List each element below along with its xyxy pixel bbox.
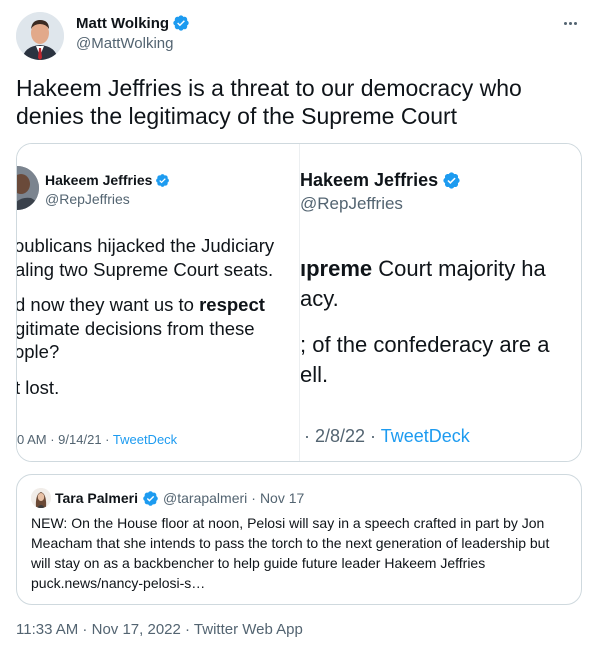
embedded-text-line: t lost.	[17, 376, 60, 398]
tweet-media[interactable]: Hakeem Jeffries @RepJeffries ɔublicans h…	[16, 143, 582, 462]
quoted-author-name[interactable]: Tara Palmeri	[55, 490, 138, 506]
tweet-text-line-2: denies the legitimacy of the Supreme Cou…	[16, 103, 458, 129]
verified-badge-icon	[143, 490, 158, 506]
embedded-text-line: acy.	[300, 286, 339, 311]
media-image-left[interactable]: Hakeem Jeffries @RepJeffries ɔublicans h…	[17, 144, 300, 461]
quoted-tweet-date[interactable]: Nov 17	[260, 490, 304, 506]
more-options-icon[interactable]	[559, 14, 581, 32]
embedded-text-line: d now they want us to respect	[17, 294, 265, 315]
embedded-text-line: gitimate decisions from these	[17, 317, 255, 339]
verified-badge-icon	[156, 173, 170, 187]
embedded-text-line: ; of the confederacy are a	[300, 332, 550, 357]
embedded-source-link: TweetDeck	[112, 432, 178, 447]
embedded-text-line: ell.	[300, 362, 329, 387]
embedded-author-handle: @RepJeffries	[300, 194, 403, 213]
embedded-text-line: aling two Supreme Court seats.	[17, 258, 274, 280]
verified-badge-icon	[443, 172, 460, 189]
embedded-source-link: TweetDeck	[380, 426, 470, 446]
embedded-name-row: Hakeem Jeffries	[300, 170, 461, 191]
embedded-author-handle: @RepJeffries	[45, 191, 130, 207]
author-name[interactable]: Matt Wolking	[76, 15, 169, 32]
tweet-time[interactable]: 11:33 AM	[16, 621, 78, 638]
tweet-date[interactable]: Nov 17, 2022	[92, 621, 181, 638]
tweet-text-line-1: Hakeem Jeffries is a threat to our democ…	[16, 75, 522, 101]
embedded-author-name: Hakeem Jeffries	[45, 172, 153, 188]
embedded-author-name: Hakeem Jeffries	[300, 170, 439, 190]
embedded-tweet-meta: 0 AM · 9/14/21 · TweetDeck	[17, 432, 178, 447]
media-image-right[interactable]: Hakeem Jeffries @RepJeffries ıpreme Cour…	[300, 144, 581, 461]
author-name-row[interactable]: Matt Wolking	[76, 14, 190, 32]
verified-badge-icon	[173, 15, 189, 31]
embedded-tweet-text: ıpreme Court majority ha acy. ; of the c…	[300, 254, 550, 390]
embedded-text-line: ıpreme Court majority ha	[300, 256, 546, 281]
quoted-author-handle[interactable]: @tarapalmeri	[163, 490, 247, 506]
tweet-text: Hakeem Jeffries is a threat to our democ…	[16, 74, 576, 130]
embedded-text-line: ɔple?	[17, 341, 60, 362]
embedded-tweet-meta: · 2/8/22 · TweetDeck	[304, 426, 470, 446]
tweet-timestamp: 11:33 AM · Nov 17, 2022 · Twitter Web Ap…	[16, 621, 303, 638]
embedded-avatar-image	[17, 166, 39, 210]
separator-dot: ·	[251, 490, 256, 506]
quoted-tweet-text: NEW: On the House floor at noon, Pelosi …	[31, 515, 550, 591]
author-handle[interactable]: @MattWolking	[76, 35, 173, 52]
quoted-tweet-header: Tara Palmeri @tarapalmeri · Nov 17	[31, 488, 304, 508]
embedded-tweet-text: ɔublicans hijacked the Judiciary aling t…	[17, 234, 274, 399]
avatar-image	[31, 488, 51, 508]
embedded-text-line: ɔublicans hijacked the Judiciary	[17, 235, 275, 256]
tweet-source[interactable]: Twitter Web App	[194, 621, 303, 638]
quoted-tweet[interactable]: Tara Palmeri @tarapalmeri · Nov 17 NEW: …	[16, 474, 582, 605]
tweet-avatar[interactable]	[16, 12, 64, 60]
quoted-avatar[interactable]	[31, 488, 51, 508]
embedded-name-row: Hakeem Jeffries	[45, 172, 170, 188]
avatar-image	[16, 12, 64, 60]
